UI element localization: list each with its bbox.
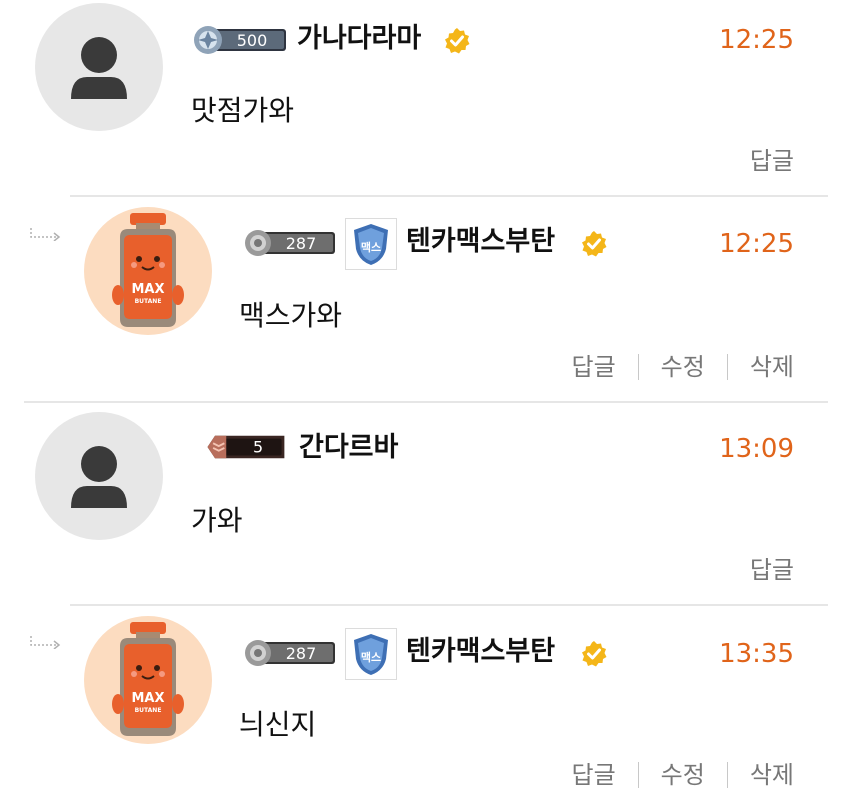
max-butane-bottle-icon: MAX BUTANE [112,622,184,736]
bottle-label-max: MAX [131,282,164,297]
clan-badge-text: 맥스 [361,240,381,254]
level-number: 500 [237,31,268,50]
shield-icon: 맥스 [354,634,388,675]
nickname[interactable]: 텐카맥스부탄 [406,635,555,669]
comment-actions: 답글 수정 삭제 [571,352,794,382]
nickname[interactable]: 텐카맥스부탄 [406,225,555,259]
comment-actions: 답글 [750,555,794,585]
comment-text: 맥스가와 [239,299,343,332]
comment-time: 13:09 [719,434,794,464]
avatar[interactable] [35,412,163,540]
reply-arrow-icon [30,636,61,649]
reply-comment-item: MAX BUTANE 287 맥스 텐카맥스부탄 13:35 늬신지 답글 수정… [0,605,850,807]
verified-check-icon [582,641,607,667]
verified-check-icon [445,28,470,54]
reply-comment-item: MAX BUTANE 287 맥스 텐카맥스부탄 12:25 맥스가와 답글 수… [0,197,850,401]
action-separator [726,762,728,788]
action-separator [726,354,728,380]
clan-badge-text: 맥스 [361,650,381,664]
comment-item: 5 간다르바 13:09 가와 답글 [0,402,850,604]
level-badge: 5 [207,435,285,459]
edit-button[interactable]: 수정 [661,760,705,790]
person-icon [71,446,127,508]
reply-arrow-icon [30,228,61,241]
bottle-label-butane: BUTANE [135,707,162,714]
level-number: 5 [253,438,263,457]
level-badge: 287 [245,230,335,256]
level-badge: 287 [245,640,335,666]
comment-item: 500 가나다라마 12:25 맛점가와 답글 [0,0,850,196]
clan-badge: 맥스 [345,218,397,270]
action-separator [637,354,639,380]
comment-text: 맛점가와 [191,94,295,127]
comment-actions: 답글 [750,146,794,176]
action-separator [637,762,639,788]
shield-icon: 맥스 [354,224,388,265]
person-icon [71,37,127,99]
comment-text: 늬신지 [239,708,317,741]
reply-button[interactable]: 답글 [750,555,794,585]
verified-check-icon [582,231,607,257]
edit-button[interactable]: 수정 [661,352,705,382]
comment-actions: 답글 수정 삭제 [571,760,794,790]
reply-button[interactable]: 답글 [571,760,615,790]
avatar[interactable] [35,3,163,131]
comment-time: 13:35 [719,639,794,669]
comment-time: 12:25 [719,229,794,259]
level-badge: 500 [194,26,286,54]
nickname[interactable]: 가나다라마 [297,22,421,56]
bottle-label-max: MAX [131,691,164,706]
avatar[interactable]: MAX BUTANE [84,616,212,744]
comment-time: 12:25 [719,25,794,55]
level-number: 287 [286,234,317,253]
delete-button[interactable]: 삭제 [750,760,794,790]
comment-text: 가와 [191,504,243,537]
reply-button[interactable]: 답글 [750,146,794,176]
nickname[interactable]: 간다르바 [299,431,398,465]
max-butane-bottle-icon: MAX BUTANE [112,213,184,327]
avatar[interactable]: MAX BUTANE [84,207,212,335]
delete-button[interactable]: 삭제 [750,352,794,382]
clan-badge: 맥스 [345,628,397,680]
reply-button[interactable]: 답글 [571,352,615,382]
bottle-label-butane: BUTANE [135,298,162,305]
level-number: 287 [286,644,317,663]
